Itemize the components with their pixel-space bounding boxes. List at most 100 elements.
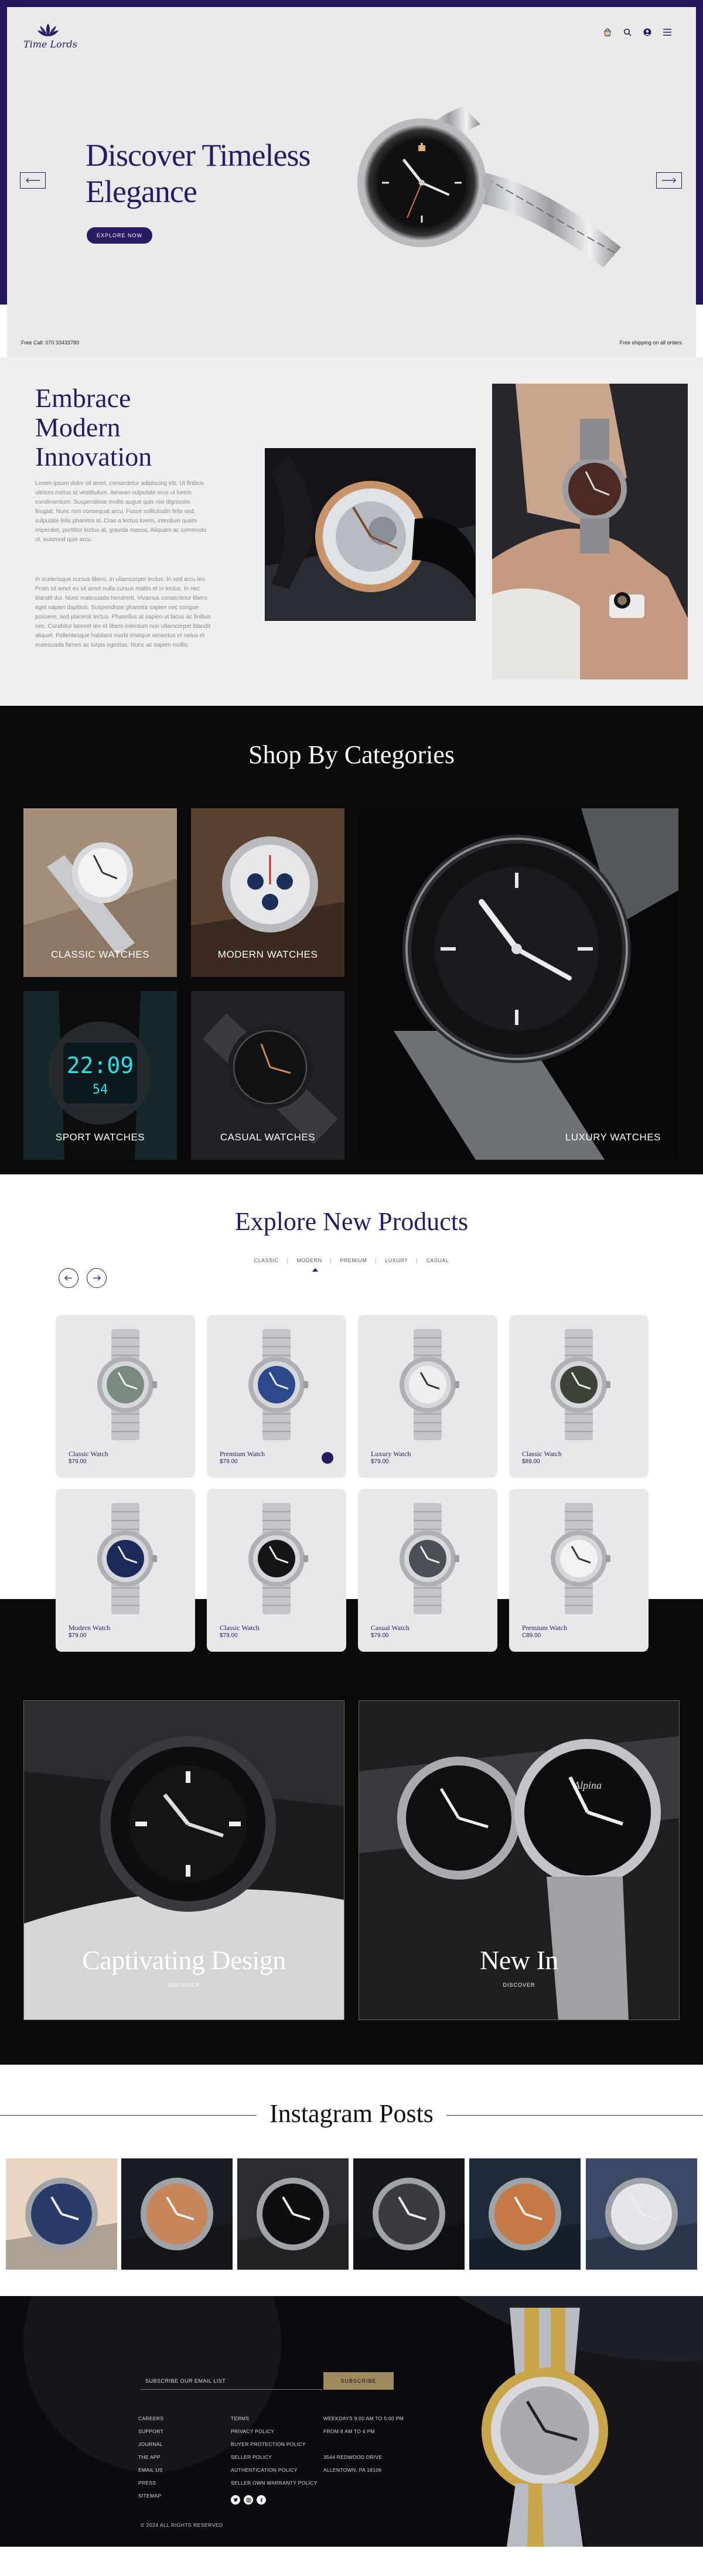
footer-link: 3544 REDWOOD DRIVE — [323, 2454, 383, 2460]
product-card[interactable]: Premium Watch $79.00 — [207, 1315, 346, 1478]
footer-link[interactable]: TERMS — [231, 2412, 318, 2425]
embrace-section: Embrace Modern Innovation Lorem ipsum do… — [0, 357, 703, 706]
hero-section: Time Lords Discover Timeless Elegance EX… — [0, 0, 703, 357]
feature-title: Captivating Design — [82, 1945, 286, 1975]
free-shipping-text: Free shipping on all orders — [619, 340, 682, 346]
hero-banner: Time Lords Discover Timeless Elegance EX… — [7, 7, 696, 357]
tab-premium[interactable]: PREMIUM — [340, 1258, 367, 1263]
embrace-paragraph-1: Lorem ipsum dolor sit amet, consectetur … — [35, 480, 207, 543]
user-icon[interactable] — [642, 27, 653, 37]
category-sport[interactable]: 22:09 54 SPORT WATCHES — [23, 991, 177, 1160]
bag-icon[interactable] — [602, 27, 613, 37]
search-icon[interactable] — [622, 27, 633, 37]
product-price: $79.00 — [371, 1458, 389, 1465]
explore-title: Explore New Products — [234, 1207, 469, 1236]
footer-link: WEEKDAYS 9:00 AM TO 5:00 PM — [323, 2416, 404, 2421]
category-label: CASUAL WATCHES — [220, 1132, 316, 1143]
category-label: SPORT WATCHES — [55, 1132, 145, 1143]
add-to-cart-button[interactable] — [322, 1452, 333, 1464]
twitter-icon[interactable] — [231, 2495, 240, 2505]
logo[interactable]: Time Lords — [23, 22, 77, 57]
watch-image — [551, 1329, 610, 1440]
footer-link[interactable]: EMAIL US — [138, 2464, 163, 2476]
watch-image — [97, 1503, 157, 1614]
watch-image — [400, 1503, 459, 1614]
products-next-button[interactable] — [87, 1268, 107, 1288]
instagram-post[interactable] — [121, 2158, 233, 2270]
footer-link[interactable]: PRIVACY POLICY — [231, 2425, 318, 2438]
product-card[interactable]: Classic Watch $89.00 — [509, 1315, 649, 1478]
footer-link[interactable]: SUPPORT — [138, 2425, 163, 2438]
hero-prev-button[interactable] — [20, 172, 46, 189]
wrist-watch-image — [492, 384, 688, 679]
facebook-icon[interactable] — [257, 2495, 266, 2505]
wishlist-button[interactable] — [322, 1626, 333, 1638]
product-card[interactable]: Casual Watch $79.00 — [358, 1489, 497, 1652]
instagram-post[interactable] — [237, 2158, 349, 2270]
new-in-card[interactable]: Alpina New In DISCOVER — [359, 1700, 680, 2020]
instagram-icon[interactable] — [244, 2495, 253, 2505]
footer-link: FROM 8 AM TO 4 PM — [323, 2428, 375, 2434]
instagram-post[interactable] — [353, 2158, 465, 2270]
product-card[interactable]: Premium Watch C89.00 — [509, 1489, 649, 1652]
category-classic[interactable]: CLASSIC WATCHES — [23, 808, 177, 977]
feature-title: New In — [480, 1945, 558, 1975]
product-card[interactable]: Modern Watch $79.00 — [56, 1489, 195, 1652]
discover-link[interactable]: DISCOVER — [24, 1982, 344, 1988]
product-name: Classic Watch — [522, 1450, 562, 1458]
subscribe-button[interactable]: SUBSCRIBE — [323, 2372, 394, 2390]
product-name: Premium Watch — [220, 1450, 265, 1458]
arrow-left-icon — [26, 177, 40, 183]
product-price: $79.00 — [220, 1632, 238, 1639]
captivating-design-card[interactable]: Captivating Design DISCOVER — [23, 1700, 344, 2020]
explore-section: Explore New Products CLASSIC | MODERN | PR… — [0, 1174, 703, 1684]
svg-text:54: 54 — [93, 1082, 108, 1097]
footer-link[interactable]: SELLER OWN WARRANTY POLICY — [231, 2476, 318, 2489]
tab-luxury[interactable]: LUXURY — [385, 1258, 408, 1263]
arrow-right-icon — [93, 1275, 101, 1281]
explore-now-button[interactable]: EXPLORE NOW — [87, 227, 152, 244]
footer-link[interactable]: JOURNAL — [138, 2438, 163, 2451]
rose-gold-watch-image — [265, 448, 476, 621]
discover-link[interactable]: DISCOVER — [359, 1982, 679, 1988]
hero-next-button[interactable] — [656, 172, 682, 189]
product-price: $79.00 — [371, 1632, 389, 1639]
footer-link[interactable]: SELLER POLICY — [231, 2451, 318, 2464]
tab-casual[interactable]: CASUAL — [426, 1258, 449, 1263]
brand-name: Time Lords — [23, 39, 77, 50]
instagram-title-text: Instagram Posts — [257, 2099, 446, 2128]
product-name: Casual Watch — [371, 1624, 409, 1632]
category-modern[interactable]: MODERN WATCHES — [191, 808, 344, 977]
active-tab-indicator — [312, 1268, 318, 1272]
category-label: MODERN WATCHES — [217, 949, 318, 960]
lotus-logo-icon — [37, 23, 59, 36]
footer-link[interactable]: CAREERS — [138, 2412, 163, 2425]
product-card[interactable]: Classic Watch $79.00 — [56, 1315, 195, 1478]
footer-link: ALLENTOWN, PA 18106 — [323, 2467, 382, 2473]
tab-modern[interactable]: MODERN — [296, 1258, 322, 1263]
category-luxury[interactable]: LUXURY WATCHES — [359, 808, 678, 1160]
social-links — [231, 2495, 266, 2505]
footer-link[interactable]: AUTHENTICATION POLICY — [231, 2464, 318, 2476]
category-label: CLASSIC WATCHES — [50, 949, 150, 960]
footer-link[interactable]: THE APP — [138, 2451, 163, 2464]
product-card[interactable]: Luxury Watch $79.00 — [358, 1315, 497, 1478]
tab-classic[interactable]: CLASSIC — [254, 1258, 279, 1263]
category-casual[interactable]: CASUAL WATCHES — [191, 991, 344, 1160]
instagram-post[interactable] — [586, 2158, 697, 2270]
footer-link[interactable]: PRESS — [138, 2476, 163, 2489]
footer-link[interactable]: SITEMAP — [138, 2489, 163, 2502]
categories-section: Shop By Categories CLASSIC WATCHES MODER… — [0, 706, 703, 1174]
instagram-post[interactable] — [469, 2158, 581, 2270]
svg-text:22:09: 22:09 — [67, 1053, 134, 1078]
watch-image — [551, 1503, 610, 1614]
menu-icon[interactable] — [662, 27, 673, 37]
embrace-paragraph-2: In scelerisque cursus libero, in ullamco… — [35, 576, 211, 648]
product-name: Luxury Watch — [371, 1450, 411, 1458]
product-card[interactable]: Classic Watch $79.00 — [207, 1489, 346, 1652]
instagram-post[interactable] — [6, 2158, 117, 2270]
footer-link[interactable]: BUYER PROTECTION POLICY — [231, 2438, 318, 2451]
email-subscribe-input[interactable]: SUBSCRIBE OUR EMAIL LIST — [141, 2372, 322, 2390]
products-prev-button[interactable] — [59, 1268, 79, 1288]
categories-title: Shop By Categories — [248, 740, 455, 769]
